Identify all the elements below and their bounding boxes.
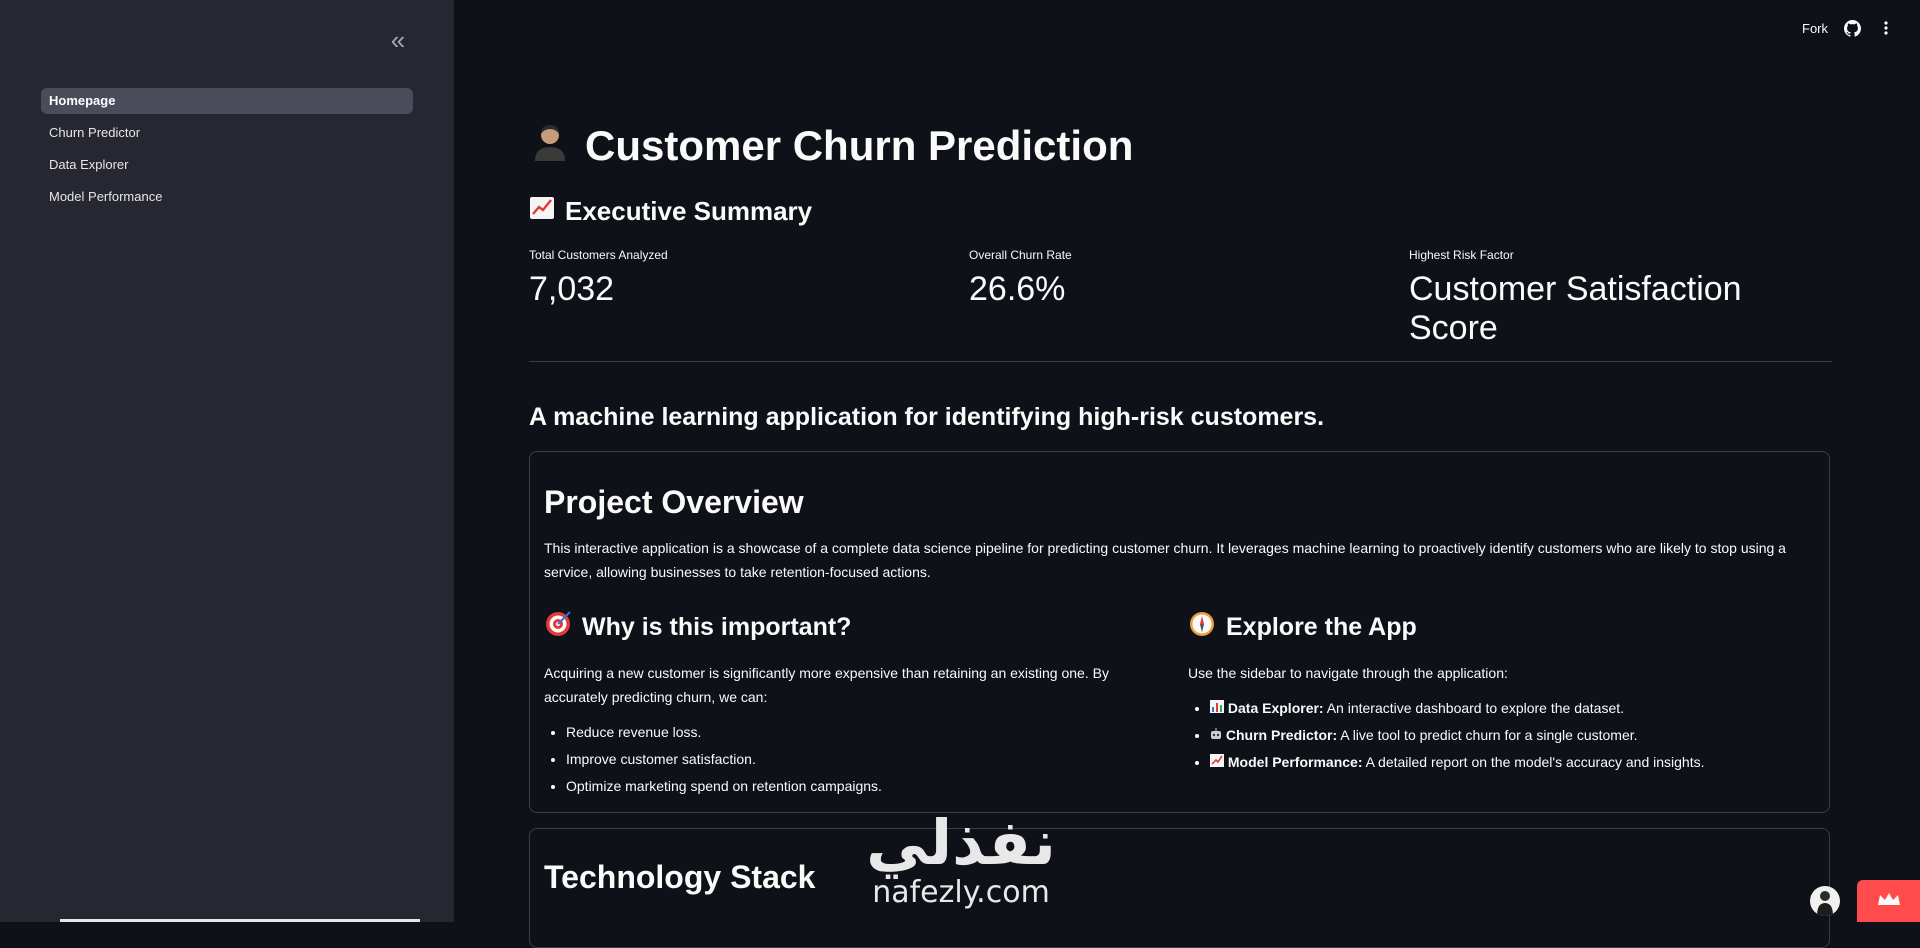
sidebar: « Homepage Churn Predictor Data Explorer…	[0, 0, 454, 922]
metric-total-customers: Total Customers Analyzed 7,032	[529, 248, 969, 348]
more-vertical-icon[interactable]	[1876, 18, 1896, 38]
compass-icon	[1188, 610, 1216, 645]
technology-stack-title: Technology Stack	[544, 859, 816, 895]
tagline: A machine learning application for ident…	[529, 403, 1325, 431]
executive-summary-title: Executive Summary	[565, 196, 813, 226]
list-item: Reduce revenue loss.	[566, 719, 1154, 746]
project-overview-card: Project Overview This interactive applic…	[529, 451, 1830, 813]
explore-app-list: Data Explorer: An interactive dashboard …	[1188, 695, 1798, 776]
list-item-name: Churn Predictor:	[1225, 727, 1338, 743]
crown-icon	[1877, 891, 1901, 912]
project-overview-description: This interactive application is a showca…	[544, 540, 1786, 580]
double-chevron-left-icon[interactable]: «	[386, 27, 410, 54]
metric-churn-rate: Overall Churn Rate 26.6%	[969, 248, 1409, 348]
sidebar-item-churn-predictor[interactable]: Churn Predictor	[41, 120, 413, 146]
bar-chart-icon	[1210, 700, 1228, 716]
executive-summary-heading: Executive Summary	[529, 196, 812, 227]
list-item-desc: A detailed report on the model's accurac…	[1362, 754, 1705, 770]
sidebar-nav: Homepage Churn Predictor Data Explorer M…	[41, 88, 413, 216]
metric-label: Overall Churn Rate	[969, 248, 1072, 262]
why-important-heading: Why is this important?	[544, 610, 1154, 645]
explore-app-text: Use the sidebar to navigate through the …	[1188, 665, 1508, 681]
sidebar-item-model-performance[interactable]: Model Performance	[41, 184, 413, 210]
sidebar-item-data-explorer[interactable]: Data Explorer	[41, 152, 413, 178]
metric-value: 26.6%	[969, 270, 1066, 308]
explore-app-section: Explore the App Use the sidebar to navig…	[1188, 610, 1798, 776]
divider	[529, 361, 1832, 362]
watermark-latin: nafezly.com	[872, 875, 1050, 910]
why-important-list: Reduce revenue loss. Improve customer sa…	[544, 719, 1154, 800]
list-item-name: Data Explorer:	[1227, 700, 1324, 716]
header-toolbar: Fork	[1802, 18, 1896, 38]
page-title: Customer Churn Prediction	[529, 120, 1133, 172]
streamlit-badge[interactable]	[1857, 880, 1920, 922]
robot-icon	[1210, 727, 1226, 743]
explore-app-heading: Explore the App	[1188, 610, 1798, 645]
github-icon[interactable]	[1842, 18, 1862, 38]
list-item-desc: A live tool to predict churn for a singl…	[1337, 727, 1638, 743]
metric-value: Customer Satisfaction Score	[1409, 270, 1742, 347]
watermark: نفذلي nafezly.com	[846, 808, 1076, 922]
list-item: Model Performance: A detailed report on …	[1210, 749, 1798, 776]
why-important-title: Why is this important?	[582, 613, 852, 641]
project-overview-title: Project Overview	[544, 484, 804, 520]
metrics-row: Total Customers Analyzed 7,032 Overall C…	[529, 248, 1832, 348]
list-item: Data Explorer: An interactive dashboard …	[1210, 695, 1798, 722]
list-item: Improve customer satisfaction.	[566, 746, 1154, 773]
list-item-name: Model Performance:	[1227, 754, 1363, 770]
target-icon	[544, 610, 572, 645]
person-emoji-icon	[529, 120, 571, 172]
technology-stack-card: Technology Stack	[529, 828, 1830, 948]
why-important-text: Acquiring a new customer is significantl…	[544, 665, 1109, 705]
list-item: Churn Predictor: A live tool to predict …	[1210, 722, 1798, 749]
metric-value: 7,032	[529, 270, 615, 308]
metric-risk-factor: Highest Risk Factor Customer Satisfactio…	[1409, 248, 1832, 348]
watermark-arabic: نفذلي	[866, 806, 1056, 879]
why-important-section: Why is this important? Acquiring a new c…	[544, 610, 1154, 800]
chart-increasing-icon	[1210, 754, 1228, 770]
list-item-desc: An interactive dashboard to explore the …	[1323, 700, 1625, 716]
metric-label: Highest Risk Factor	[1409, 248, 1514, 262]
page-title-text: Customer Churn Prediction	[585, 122, 1134, 169]
metric-label: Total Customers Analyzed	[529, 248, 668, 262]
explore-app-title: Explore the App	[1226, 613, 1417, 641]
sidebar-item-homepage[interactable]: Homepage	[41, 88, 413, 114]
fork-button[interactable]: Fork	[1802, 21, 1828, 36]
list-item: Optimize marketing spend on retention ca…	[566, 773, 1154, 800]
chart-increasing-icon	[529, 196, 555, 227]
avatar[interactable]	[1810, 886, 1840, 916]
